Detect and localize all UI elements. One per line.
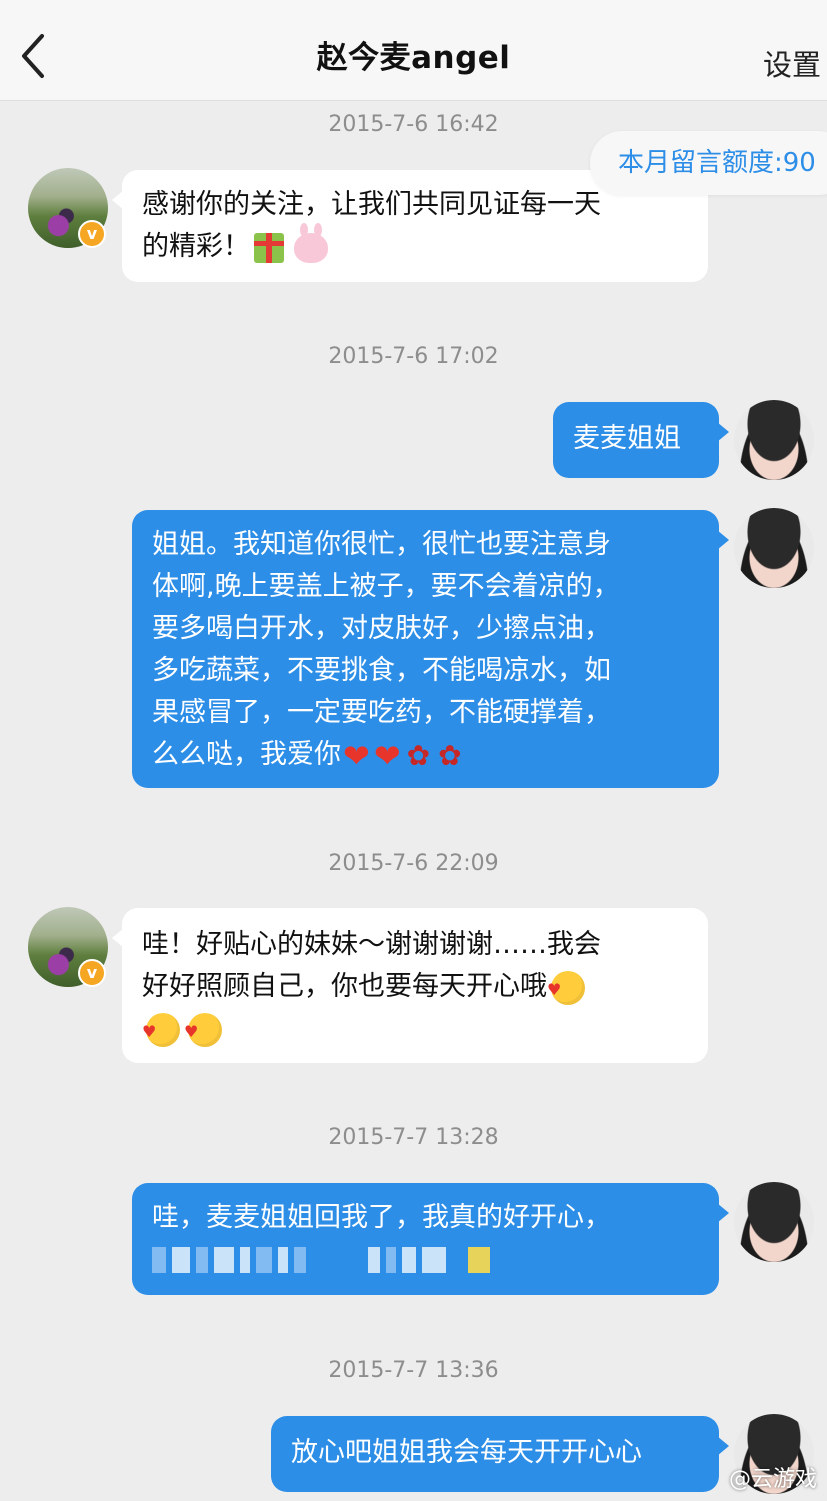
pixelated-redaction <box>152 1239 699 1281</box>
message-bubble-sent[interactable]: 姐姐。我知道你很忙，很忙也要注意身 体啊,晚上要盖上被子，要不会着凉的， 要多喝… <box>132 510 729 788</box>
message-line: 麦麦姐姐 <box>573 423 681 454</box>
rose-icon: ✿ <box>438 738 462 772</box>
message-line: 多吃蔬菜，不要挑食，不能喝凉水，如 <box>152 655 611 686</box>
blushing-face-icon <box>184 1011 222 1053</box>
message-line: 的精彩！ <box>142 231 250 262</box>
message-line: 姐姐。我知道你很忙，很忙也要注意身 <box>152 529 611 560</box>
message-line: 哇！好贴心的妹妹～谢谢谢谢……我会 <box>142 929 601 960</box>
message-line: 放心吧姐姐我会每天开开心心 <box>291 1437 642 1468</box>
message-bubble-received[interactable]: 哇！好贴心的妹妹～谢谢谢谢……我会 好好照顾自己，你也要每天开心哦 <box>112 908 708 1063</box>
timestamp: 2015-7-7 13:28 <box>328 1125 499 1150</box>
timestamp: 2015-7-7 13:36 <box>328 1358 499 1383</box>
verified-badge-icon: v <box>78 220 106 248</box>
chat-header: 赵今麦angel 设置 <box>0 0 827 101</box>
message-line: 要多喝白开水，对皮肤好，少擦点油， <box>152 613 611 644</box>
bunny-icon <box>294 222 328 263</box>
chat-title: 赵今麦angel <box>316 40 511 76</box>
timestamp: 2015-7-6 17:02 <box>328 344 499 369</box>
message-quota-badge: 本月留言额度:90 <box>590 131 827 195</box>
gift-icon <box>254 232 284 263</box>
heart-icon: ❤ <box>343 736 370 775</box>
timestamp: 2015-7-6 22:09 <box>328 851 499 876</box>
watermark: @云游戏 <box>728 1467 817 1492</box>
blushing-face-icon <box>142 1011 180 1053</box>
user-avatar[interactable] <box>734 400 814 480</box>
message-line: 果感冒了，一定要吃药，不能硬撑着， <box>152 697 611 728</box>
message-line: 哇，麦麦姐姐回我了，我真的好开心， <box>152 1202 611 1233</box>
blushing-face-icon <box>547 969 585 1011</box>
message-bubble-sent[interactable]: 哇，麦麦姐姐回我了，我真的好开心， <box>132 1183 729 1295</box>
message-bubble-sent[interactable]: 放心吧姐姐我会每天开开心心 <box>271 1416 729 1492</box>
user-avatar[interactable] <box>734 508 814 588</box>
settings-button[interactable]: 设置 <box>763 42 821 84</box>
message-line: 么么哒，我爱你 <box>152 739 341 770</box>
message-line: 好好照顾自己，你也要每天开心哦 <box>142 971 547 1002</box>
message-bubble-sent[interactable]: 麦麦姐姐 <box>553 402 729 478</box>
heart-icon: ❤ <box>373 736 401 775</box>
message-line: 体啊,晚上要盖上被子，要不会着凉的， <box>152 571 620 602</box>
verified-badge-icon: v <box>78 959 106 987</box>
rose-icon: ✿ <box>406 738 431 772</box>
user-avatar[interactable] <box>734 1182 814 1262</box>
